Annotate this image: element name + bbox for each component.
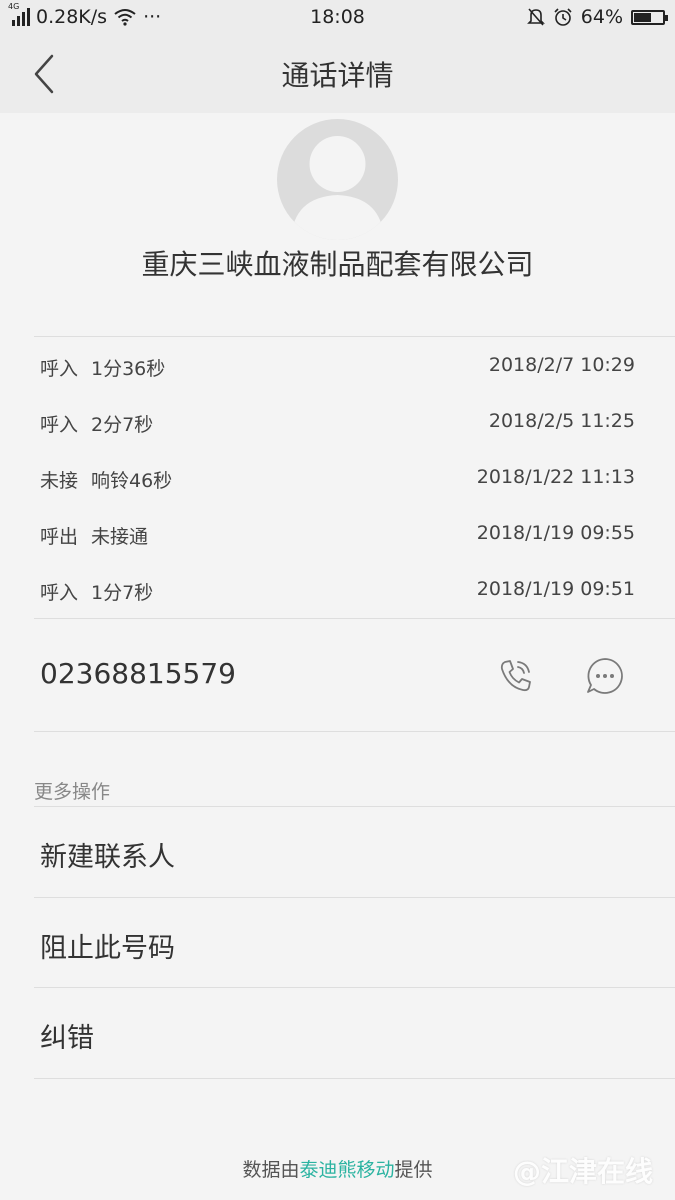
action-label: 阻止此号码: [40, 933, 175, 964]
divider: [34, 618, 675, 619]
header: 通话详情: [0, 36, 675, 113]
divider: [34, 731, 675, 732]
report-error-button[interactable]: 纠错: [34, 988, 675, 1078]
call-detail: 响铃46秒: [91, 470, 173, 492]
call-detail: 2分7秒: [91, 414, 154, 436]
call-type: 呼入: [40, 358, 79, 380]
call-button[interactable]: [494, 654, 538, 698]
call-log-row: 呼入 1分36秒 2018/2/7 10:29: [40, 346, 635, 386]
call-type: 呼入: [40, 414, 79, 436]
footer-prefix: 数据由: [242, 1159, 300, 1181]
call-type: 呼入: [40, 582, 79, 604]
message-button[interactable]: [583, 654, 627, 698]
battery-fill: [634, 12, 651, 22]
call-detail: 1分36秒: [91, 358, 166, 380]
silent-bell-icon: [526, 8, 545, 26]
contact-name: 重庆三峡血液制品配套有限公司: [141, 248, 534, 281]
contact-avatar: [277, 119, 398, 240]
action-label: 纠错: [40, 1023, 94, 1054]
message-bubble-icon: [587, 658, 623, 694]
avatar-placeholder-icon: [291, 136, 384, 240]
footer-suffix: 提供: [394, 1159, 433, 1181]
call-datetime: 2018/1/19 09:55: [476, 522, 635, 544]
call-datetime: 2018/2/7 10:29: [488, 354, 635, 376]
call-type: 未接: [40, 470, 79, 492]
status-bar: 4G 0.28K/s ··· 18:08 64%: [0, 0, 675, 36]
call-detail: 1分7秒: [91, 582, 154, 604]
watermark: @江津在线: [512, 1155, 653, 1188]
call-datetime: 2018/1/22 11:13: [476, 466, 635, 488]
phone-number[interactable]: 02368815579: [40, 657, 236, 690]
battery-percent: 64%: [580, 6, 623, 28]
page-title: 通话详情: [281, 59, 394, 92]
call-log-row: 未接 响铃46秒 2018/1/22 11:13: [40, 458, 635, 498]
provider-link[interactable]: 泰迪熊移动: [299, 1159, 394, 1181]
call-log-row: 呼入 2分7秒 2018/2/5 11:25: [40, 402, 635, 442]
call-type: 呼出: [40, 526, 79, 548]
battery-icon: [631, 9, 668, 25]
call-detail: 未接通: [91, 526, 149, 548]
alarm-clock-icon: [554, 8, 572, 26]
more-actions-label: 更多操作: [34, 781, 111, 803]
call-log-row: 呼出 未接通 2018/1/19 09:55: [40, 514, 635, 554]
divider: [34, 1078, 675, 1079]
call-datetime: 2018/2/5 11:25: [488, 410, 635, 432]
new-contact-button[interactable]: 新建联系人: [34, 807, 675, 897]
status-right: 64%: [526, 6, 668, 28]
block-number-button[interactable]: 阻止此号码: [34, 898, 675, 988]
divider: [34, 336, 675, 337]
phone-call-icon: [500, 660, 531, 692]
action-label: 新建联系人: [40, 842, 175, 873]
call-datetime: 2018/1/19 09:51: [476, 578, 635, 600]
call-log-row: 呼入 1分7秒 2018/1/19 09:51: [40, 570, 635, 610]
